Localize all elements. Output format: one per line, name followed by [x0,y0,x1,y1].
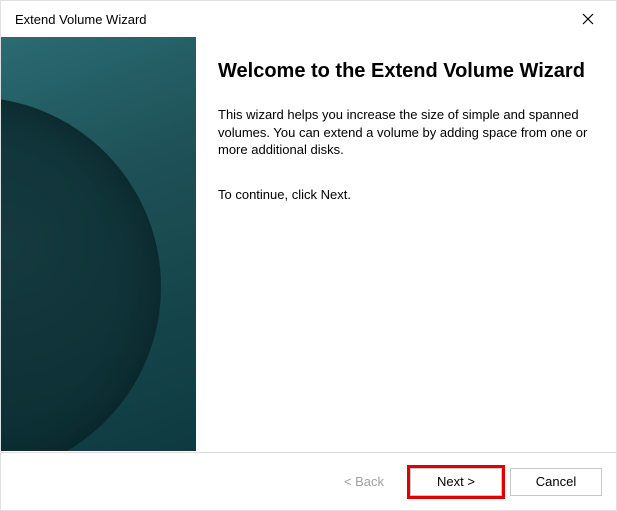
titlebar: Extend Volume Wizard [1,1,616,37]
close-button[interactable] [568,4,608,34]
main-content: Welcome to the Extend Volume Wizard This… [196,37,616,452]
wizard-instruction: To continue, click Next. [218,187,588,202]
wizard-window: Extend Volume Wizard Welcome to the Exte… [0,0,617,511]
nav-button-group: < Back Next > [318,468,502,496]
next-button[interactable]: Next > [410,468,502,496]
window-title: Extend Volume Wizard [15,12,147,27]
content-area: Welcome to the Extend Volume Wizard This… [1,37,616,452]
close-icon [582,13,594,25]
wizard-side-graphic [1,37,196,451]
wizard-heading: Welcome to the Extend Volume Wizard [218,59,588,84]
cancel-button[interactable]: Cancel [510,468,602,496]
back-button: < Back [318,468,410,496]
button-bar: < Back Next > Cancel [1,452,616,510]
wizard-description: This wizard helps you increase the size … [218,106,588,159]
